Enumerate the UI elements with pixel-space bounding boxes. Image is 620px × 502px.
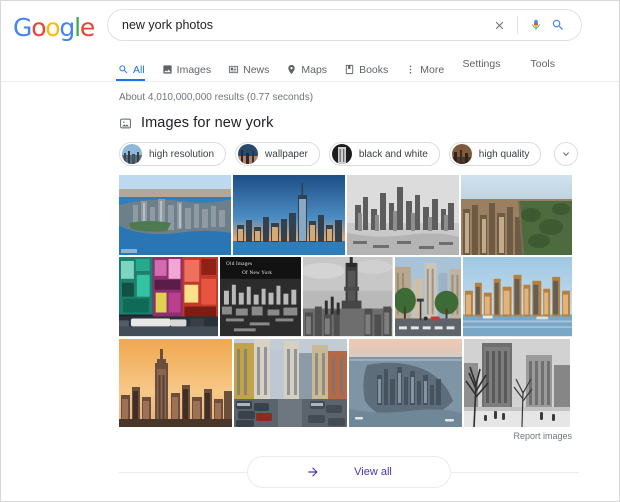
street-with-parked-cars[interactable]: [234, 339, 347, 427]
view-all-label: View all: [354, 466, 392, 478]
tab-maps[interactable]: Maps: [286, 49, 336, 81]
search-input[interactable]: [108, 10, 488, 40]
image-icon: [120, 118, 131, 128]
tab-all[interactable]: All: [116, 49, 154, 81]
search-icon[interactable]: [547, 14, 569, 36]
skyline-sunset-freedom-tower[interactable]: [233, 175, 345, 255]
browser-page: Google new york photos All Images News M…: [0, 0, 620, 502]
settings-link[interactable]: Settings: [463, 58, 501, 70]
map-pin-icon: [288, 64, 296, 75]
image-grid-row: [119, 175, 572, 255]
tab-news[interactable]: News: [228, 49, 278, 81]
search-bar-actions: [488, 14, 581, 36]
flatiron-winter-bw[interactable]: [464, 339, 570, 427]
view-all-section: View all: [119, 455, 579, 489]
image-filter-chips: high resolution wallpaper black and whit…: [119, 142, 619, 166]
chevron-down-icon: [563, 152, 569, 156]
search-nav: All Images News Maps Books More Settings…: [1, 49, 619, 82]
tools-link[interactable]: Tools: [530, 58, 555, 70]
nav-right-links: Settings Tools: [463, 49, 619, 70]
image-grid-row: Old Images Of New York: [119, 257, 572, 337]
search-header: Google: [1, 1, 619, 49]
book-icon: [345, 64, 354, 75]
chip-high-quality[interactable]: high quality: [448, 142, 542, 166]
microphone-icon[interactable]: [525, 14, 547, 36]
aerial-manhattan-blue[interactable]: [119, 175, 231, 255]
logo-letter-e: e: [79, 13, 95, 42]
tab-maps-label: Maps: [301, 63, 328, 76]
tab-news-label: News: [243, 63, 270, 76]
tab-images[interactable]: Images: [162, 49, 220, 81]
tab-more-label: More: [420, 63, 445, 76]
empire-state-bw[interactable]: [303, 257, 393, 337]
close-icon[interactable]: [488, 14, 510, 36]
skyline-warm-thumb: [451, 144, 472, 164]
logo-letter-o1: o: [31, 13, 46, 42]
image-results-grid: Old Images Of New York: [119, 175, 572, 427]
image-grid-row: [119, 339, 572, 427]
logo-letter-g1: G: [13, 13, 32, 42]
image-overlay-line2: Of New York: [242, 271, 273, 276]
tab-books-label: Books: [359, 63, 389, 76]
old-images-of-new-york-bw[interactable]: Old Images Of New York: [220, 257, 302, 337]
chip-wallpaper[interactable]: wallpaper: [235, 142, 320, 166]
chip-high-quality-label: high quality: [478, 148, 530, 160]
chip-wallpaper-label: wallpaper: [265, 148, 308, 160]
google-logo[interactable]: Google: [13, 13, 95, 42]
images-block-title[interactable]: Images for new york: [119, 115, 619, 131]
search-icon: [119, 65, 128, 74]
aerial-bw-vintage[interactable]: [347, 175, 459, 255]
tab-all-label: All: [133, 63, 145, 76]
view-all-button[interactable]: View all: [247, 456, 451, 488]
image-icon: [163, 65, 172, 74]
skyline-dusk-thumb: [122, 144, 142, 164]
news-icon: [229, 65, 239, 74]
tab-books[interactable]: Books: [344, 49, 397, 81]
logo-letter-g2: g: [59, 13, 75, 42]
search-divider: [517, 16, 518, 34]
empire-state-orange-sunset[interactable]: [119, 339, 232, 427]
chip-high-resolution-label: high resolution: [149, 148, 215, 160]
more-vertical-icon: [409, 65, 412, 74]
street-trees-crosswalk[interactable]: [394, 257, 461, 337]
chip-black-and-white[interactable]: black and white: [328, 142, 440, 166]
times-square-night[interactable]: [119, 257, 219, 337]
result-stats: About 4,010,000,000 results (0.77 second…: [119, 92, 314, 103]
aerial-central-park[interactable]: [461, 175, 572, 255]
image-overlay-line1: Old Images: [226, 262, 253, 267]
page-title: Images for new york: [141, 115, 274, 131]
skyline-sunset-thumb: [238, 144, 259, 164]
aerial-island-dusk[interactable]: [349, 339, 462, 427]
chip-high-resolution[interactable]: high resolution: [119, 142, 227, 166]
tab-more[interactable]: More: [405, 49, 453, 81]
building-bw-thumb: [331, 144, 352, 164]
image-watermark: [121, 249, 137, 253]
tab-images-label: Images: [176, 63, 212, 76]
search-bar[interactable]: [107, 9, 582, 41]
arrow-right-icon: [308, 467, 318, 477]
logo-letter-o2: o: [45, 13, 60, 42]
skyline-from-water-warm[interactable]: [462, 257, 572, 337]
expand-chips-button[interactable]: [554, 142, 578, 166]
report-images-link[interactable]: Report images: [119, 431, 572, 441]
chip-black-and-white-label: black and white: [358, 148, 428, 160]
images-block: Images for new york high resolution wall…: [1, 115, 619, 489]
